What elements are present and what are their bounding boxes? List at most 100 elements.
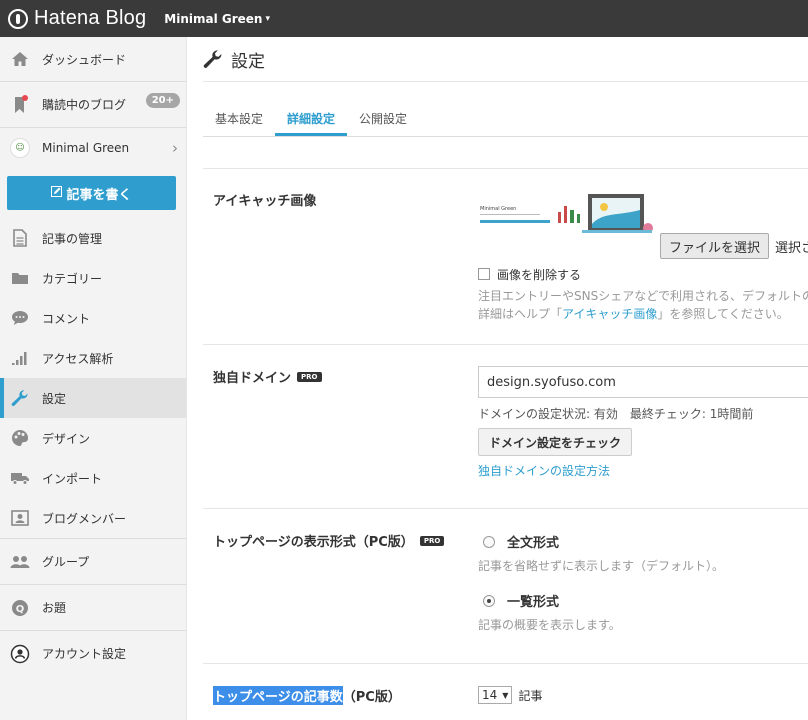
radio-full[interactable] <box>483 536 495 548</box>
article-count-label-rest: （PC版） <box>342 690 401 705</box>
article-count-value: 14 <box>482 688 498 702</box>
blog-switcher[interactable]: Minimal Green ▾ <box>164 12 270 26</box>
radio-full-option[interactable]: 全文形式 <box>478 532 724 551</box>
speech-bubble-icon <box>10 308 30 328</box>
top-bar: Hatena Blog Minimal Green ▾ <box>0 0 808 37</box>
group-icon <box>10 552 30 572</box>
sidebar-item-members[interactable]: ブログメンバー <box>0 498 186 538</box>
article-count-select[interactable]: 14 ▼ <box>478 686 513 704</box>
eyecatch-help: 注目エントリーやSNSシェアなどで利用される、デフォルトの 詳細はヘルプ「アイキ… <box>478 287 808 323</box>
sidebar-item-label: コメント <box>42 311 91 326</box>
eyecatch-help-link[interactable]: アイキャッチ画像 <box>562 307 657 321</box>
article-count-row: トップページの記事数 （PC版） 14 ▼ 記事 <box>203 663 808 720</box>
hatena-logo-icon <box>8 8 28 29</box>
sidebar-item-manage[interactable]: 記事の管理 <box>0 218 186 258</box>
sidebar-item-group[interactable]: グループ <box>0 539 186 584</box>
sidebar-item-label: 記事の管理 <box>42 231 103 246</box>
sidebar-item-label: ブログメンバー <box>42 511 127 526</box>
hatena-blog-logo[interactable]: Hatena Blog <box>8 7 146 30</box>
article-count-unit: 記事 <box>518 688 543 703</box>
article-count-label-selected: トップページの記事数 <box>213 686 343 705</box>
sidebar-item-label: グループ <box>42 555 90 569</box>
display-format-label: トップページの表示形式（PC版） <box>213 535 414 550</box>
sidebar-item-import[interactable]: インポート <box>0 458 186 498</box>
radio-full-help: 記事を省略せずに表示します（デフォルト）。 <box>478 559 725 573</box>
sidebar-item-access[interactable]: アクセス解析 <box>0 338 186 378</box>
sidebar-item-settings[interactable]: 設定 <box>0 378 186 418</box>
eyecatch-illustration <box>480 194 653 233</box>
home-icon <box>10 49 30 69</box>
eyecatch-row: アイキャッチ画像 Minimal Green ファイルを選択 選択さ 画像を削除… <box>203 168 808 345</box>
account-icon <box>10 644 30 664</box>
radio-list-help: 記事の概要を表示します。 <box>478 618 621 632</box>
article-count-label: トップページの記事数 （PC版） <box>213 686 401 705</box>
tab-basic[interactable]: 基本設定 <box>203 104 275 136</box>
blog-avatar: ☺ <box>10 138 30 158</box>
wrench-icon <box>203 49 223 69</box>
radio-list-option[interactable]: 一覧形式 <box>478 591 724 610</box>
bar-chart-icon <box>10 348 30 368</box>
domain-howto-link[interactable]: 独自ドメインの設定方法 <box>478 462 808 479</box>
pro-badge: PRO <box>419 535 445 546</box>
eyecatch-field: Minimal Green ファイルを選択 選択さ 画像を削除する 注目エントリ… <box>478 194 808 323</box>
chevron-right-icon: › <box>172 139 178 157</box>
domain-status: ドメインの設定状況: 有効 最終チェック: 1時間前 <box>478 407 754 421</box>
delete-image-checkbox[interactable] <box>478 268 490 280</box>
tab-publish[interactable]: 公開設定 <box>347 104 419 136</box>
tab-advanced[interactable]: 詳細設定 <box>275 104 348 136</box>
caret-down-icon: ▾ <box>265 13 271 24</box>
sidebar-item-label: お題 <box>42 601 67 615</box>
delete-image-option[interactable]: 画像を削除する <box>478 266 808 283</box>
sidebar-item-reading[interactable]: 購読中のブログ 20+ <box>0 82 186 127</box>
blog-switcher-label: Minimal Green <box>164 11 263 26</box>
settings-tabs: 基本設定 詳細設定 公開設定 <box>203 104 808 137</box>
sidebar-item-label: インポート <box>42 471 103 486</box>
document-icon <box>10 228 30 248</box>
truck-icon <box>10 468 30 488</box>
write-article-button[interactable]: 記事を書く <box>7 176 176 210</box>
article-count-field: 14 ▼ 記事 <box>478 686 542 704</box>
domain-row: 独自ドメイン PRO design.syofuso.com ドメインの設定状況:… <box>203 344 808 508</box>
eyecatch-label: アイキャッチ画像 <box>213 194 317 209</box>
sidebar-item-label: Minimal Green <box>42 141 130 155</box>
wrench-icon <box>10 388 30 408</box>
sidebar-item-label: 購読中のブログ <box>42 98 127 112</box>
write-article-label: 記事を書く <box>66 187 132 203</box>
palette-icon <box>10 428 30 448</box>
sidebar-item-label: デザイン <box>42 431 91 446</box>
radio-list[interactable] <box>483 595 495 607</box>
folder-icon <box>10 268 30 288</box>
svg-text:Q: Q <box>16 604 25 615</box>
domain-label: 独自ドメイン <box>213 371 292 386</box>
sidebar-item-blog[interactable]: ☺ Minimal Green › <box>0 128 186 168</box>
radio-full-label: 全文形式 <box>507 536 560 551</box>
logo-text: Hatena Blog <box>34 7 147 29</box>
pro-badge: PRO <box>297 371 322 382</box>
choose-file-button[interactable]: ファイルを選択 <box>660 233 770 259</box>
file-status-text: 選択さ <box>775 240 808 256</box>
display-format-row: トップページの表示形式（PC版） PRO 全文形式 記事を省略せずに表示します（… <box>203 508 808 663</box>
avatar-icon: ☺ <box>10 138 30 158</box>
chevron-down-icon: ▼ <box>502 690 509 700</box>
domain-label-wrap: 独自ドメイン PRO <box>213 367 322 386</box>
sidebar-item-category[interactable]: カテゴリー <box>0 258 186 298</box>
domain-input[interactable]: design.syofuso.com <box>478 366 808 398</box>
sidebar-item-account[interactable]: アカウント設定 <box>0 631 186 676</box>
eyecatch-help-line1: 注目エントリーやSNSシェアなどで利用される、デフォルトの <box>478 289 808 303</box>
sidebar-item-label: アクセス解析 <box>42 351 114 366</box>
sidebar-item-design[interactable]: デザイン <box>0 418 186 458</box>
edit-icon <box>51 185 63 201</box>
sidebar-item-odai[interactable]: Q お題 <box>0 585 186 630</box>
sidebar: ダッシュボード 購読中のブログ 20+ ☺ Minimal Green › 記事… <box>0 37 187 720</box>
main-content: 設定 基本設定 詳細設定 公開設定 アイキャッチ画像 Minimal Green <box>203 37 808 720</box>
sidebar-item-dashboard[interactable]: ダッシュボード <box>0 37 186 81</box>
eyecatch-help-line2: 詳細はヘルプ「アイキャッチ画像」を参照してください。 <box>478 307 789 321</box>
check-domain-button[interactable]: ドメイン設定をチェック <box>478 428 633 456</box>
odai-q-icon: Q <box>10 598 30 618</box>
page-header: 設定 <box>203 37 808 82</box>
sidebar-item-label: 設定 <box>42 391 67 406</box>
bookmark-icon <box>10 94 30 115</box>
sidebar-item-comment[interactable]: コメント <box>0 298 186 338</box>
member-card-icon <box>10 508 30 528</box>
unread-count-badge: 20+ <box>145 93 180 108</box>
